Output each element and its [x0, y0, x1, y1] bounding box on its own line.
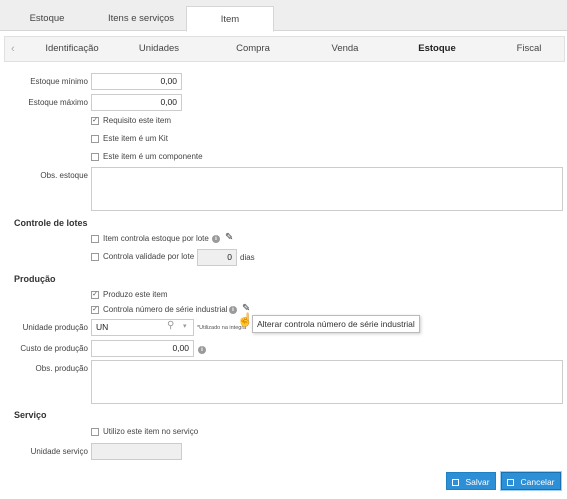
obs-producao-label: Obs. produção	[35, 364, 88, 373]
save-button-label: Salvar	[465, 477, 490, 487]
cancel-button[interactable]: Cancelar	[500, 471, 562, 491]
estoque-maximo-label: Estoque máximo	[28, 98, 88, 107]
componente-checkbox[interactable]	[91, 153, 99, 161]
serie-label: Controla número de série industrial	[103, 305, 228, 314]
sub-tab-bar: ‹ Identificação Unidades Compra Venda Es…	[4, 36, 565, 62]
validade-label: Controla validade por lote	[103, 252, 195, 261]
validade-checkbox[interactable]	[91, 253, 99, 261]
obs-estoque-label: Obs. estoque	[40, 171, 88, 180]
obs-producao-textarea[interactable]	[91, 360, 563, 404]
requisito-label: Requisito este item	[103, 116, 172, 125]
unidade-producao-label: Unidade produção	[22, 323, 88, 332]
subtab-fiscal[interactable]: Fiscal	[499, 37, 559, 61]
componente-label: Este item é um componente	[103, 152, 203, 161]
estoque-minimo-input[interactable]: 0,00	[91, 73, 182, 90]
top-tab-bar: Estoque Itens e serviços Item	[0, 0, 567, 32]
info-icon: i	[198, 346, 206, 354]
tab-estoque[interactable]: Estoque	[12, 6, 82, 31]
subtab-estoque[interactable]: Estoque	[407, 37, 467, 61]
utilizo-servico-checkbox[interactable]	[91, 428, 99, 436]
utilizo-servico-label: Utilizo este item no serviço	[103, 427, 199, 436]
cancel-button-label: Cancelar	[520, 477, 555, 487]
producao-section-title: Produção	[14, 274, 56, 284]
unidade-producao-input[interactable]: UN	[91, 319, 194, 336]
subtab-venda[interactable]: Venda	[315, 37, 375, 61]
info-icon: i	[212, 235, 220, 243]
controla-lote-checkbox[interactable]	[91, 235, 99, 243]
unidade-servico-label: Unidade serviço	[30, 447, 88, 456]
produzo-label: Produzo este item	[103, 290, 168, 299]
validade-dias-input[interactable]: 0	[197, 249, 237, 266]
chevron-down-icon[interactable]: ▾	[183, 322, 187, 330]
kit-label: Este item é um Kit	[103, 134, 168, 143]
tab-itens-e-servicos[interactable]: Itens e serviços	[96, 6, 186, 31]
info-icon: i	[229, 306, 237, 314]
custo-producao-label: Custo de produção	[20, 344, 88, 353]
obs-estoque-textarea[interactable]	[91, 167, 563, 211]
controla-lote-label: Item controla estoque por lote	[103, 234, 209, 243]
pencil-icon[interactable]: ✎	[225, 232, 233, 243]
unidade-servico-input[interactable]	[91, 443, 182, 460]
subtab-unidades[interactable]: Unidades	[129, 37, 189, 61]
tooltip: Alterar controla número de série industr…	[252, 315, 420, 333]
subtab-identificacao[interactable]: Identificação	[37, 37, 107, 61]
dias-label: dias	[240, 253, 255, 262]
estoque-maximo-input[interactable]: 0,00	[91, 94, 182, 111]
save-icon	[452, 479, 460, 486]
search-icon[interactable]: ⚲	[167, 320, 174, 331]
serie-checkbox[interactable]: ✓	[91, 306, 99, 314]
save-button[interactable]: Salvar	[446, 472, 496, 490]
estoque-minimo-label: Estoque mínimo	[30, 77, 88, 86]
custo-producao-input[interactable]: 0,00	[91, 340, 194, 357]
produzo-checkbox[interactable]: ✓	[91, 291, 99, 299]
tab-item[interactable]: Item	[186, 6, 274, 32]
lotes-section-title: Controle de lotes	[14, 218, 88, 228]
servico-section-title: Serviço	[14, 410, 47, 420]
hand-cursor-icon: ☝	[237, 312, 254, 327]
subtab-compra[interactable]: Compra	[223, 37, 283, 61]
chevron-left-icon[interactable]: ‹	[11, 37, 15, 61]
requisito-checkbox[interactable]: ✓	[91, 117, 99, 125]
kit-checkbox[interactable]	[91, 135, 99, 143]
exit-icon	[507, 479, 515, 486]
